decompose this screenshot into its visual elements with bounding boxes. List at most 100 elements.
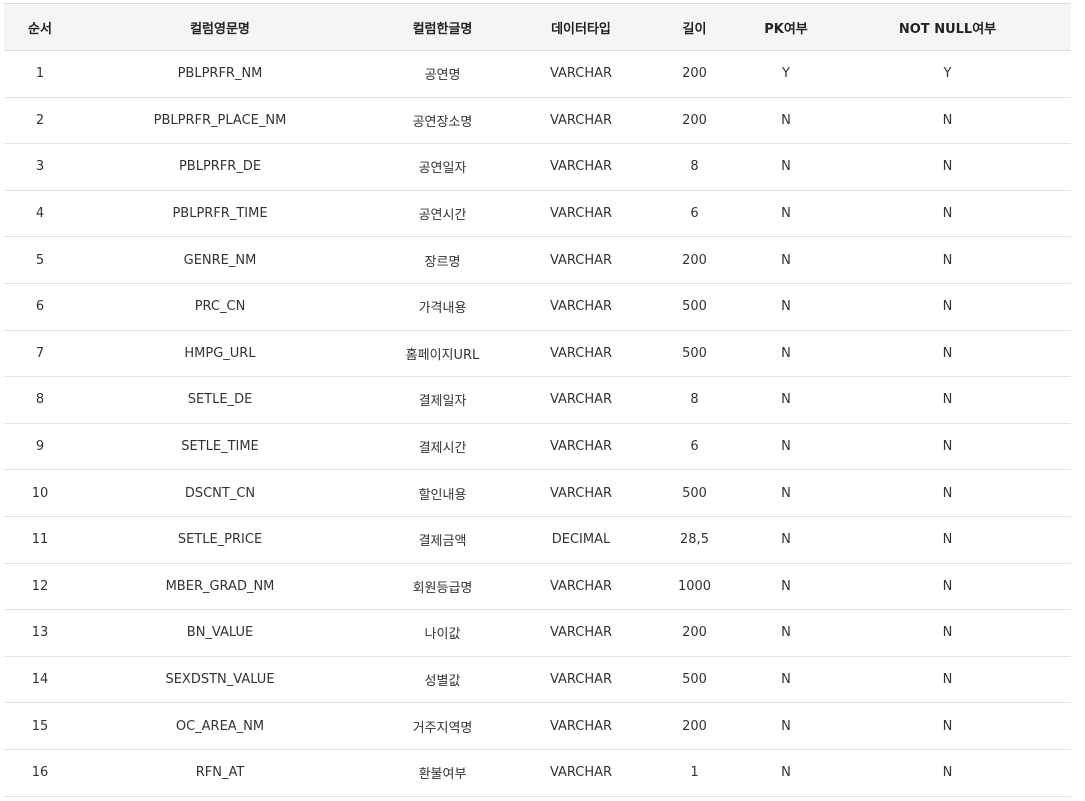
cell-not-null: N (824, 702, 1071, 750)
cell-column-english-name: GENRE_NM (76, 236, 364, 284)
cell-length: 8 (641, 143, 748, 191)
cell-not-null: N (824, 97, 1071, 145)
cell-column-english-name: PBLPRFR_PLACE_NM (76, 97, 364, 145)
cell-length: 500 (641, 330, 748, 378)
cell-order: 5 (4, 236, 76, 284)
cell-column-korean-name: 결제일자 (364, 376, 521, 424)
table-header: 순서 컬럼영문명 컬럼한글명 데이터타입 길이 PK여부 NOT NULL여부 (4, 3, 1071, 51)
table-row: 1 PBLPRFR_NM 공연명 VARCHAR 200 Y Y (4, 50, 1071, 98)
cell-order: 15 (4, 702, 76, 750)
table-row: 14 SEXDSTN_VALUE 성별값 VARCHAR 500 N N (4, 656, 1071, 704)
cell-column-english-name: OC_AREA_NM (76, 702, 364, 750)
table-row: 11 SETLE_PRICE 결제금액 DECIMAL 28,5 N N (4, 516, 1071, 564)
cell-column-english-name: SETLE_DE (76, 376, 364, 424)
cell-order: 14 (4, 656, 76, 704)
cell-pk: N (748, 656, 824, 704)
cell-data-type: VARCHAR (521, 376, 641, 424)
cell-not-null: N (824, 656, 1071, 704)
header-row: 순서 컬럼영문명 컬럼한글명 데이터타입 길이 PK여부 NOT NULL여부 (4, 3, 1071, 51)
cell-column-english-name: SEXDSTN_VALUE (76, 656, 364, 704)
table-row: 6 PRC_CN 가격내용 VARCHAR 500 N N (4, 283, 1071, 331)
cell-length: 1000 (641, 563, 748, 611)
cell-pk: N (748, 749, 824, 797)
cell-pk: N (748, 190, 824, 238)
cell-column-english-name: BN_VALUE (76, 609, 364, 657)
table-row: 3 PBLPRFR_DE 공연일자 VARCHAR 8 N N (4, 143, 1071, 191)
cell-data-type: VARCHAR (521, 656, 641, 704)
header-column-english-name: 컬럼영문명 (76, 3, 364, 51)
cell-length: 200 (641, 97, 748, 145)
cell-order: 13 (4, 609, 76, 657)
cell-length: 6 (641, 423, 748, 471)
cell-data-type: VARCHAR (521, 97, 641, 145)
cell-not-null: N (824, 283, 1071, 331)
cell-data-type: VARCHAR (521, 563, 641, 611)
cell-data-type: VARCHAR (521, 143, 641, 191)
cell-pk: N (748, 283, 824, 331)
cell-data-type: VARCHAR (521, 236, 641, 284)
header-column-korean-name: 컬럼한글명 (364, 3, 521, 51)
cell-order: 12 (4, 563, 76, 611)
cell-data-type: DECIMAL (521, 516, 641, 564)
table-row: 16 RFN_AT 환불여부 VARCHAR 1 N N (4, 749, 1071, 797)
cell-column-korean-name: 회원등급명 (364, 563, 521, 611)
cell-not-null: N (824, 749, 1071, 797)
cell-column-english-name: HMPG_URL (76, 330, 364, 378)
cell-column-korean-name: 환불여부 (364, 749, 521, 797)
cell-pk: N (748, 330, 824, 378)
cell-column-english-name: DSCNT_CN (76, 469, 364, 517)
header-order: 순서 (4, 3, 76, 51)
column-spec-table-container: 순서 컬럼영문명 컬럼한글명 데이터타입 길이 PK여부 NOT NULL여부 … (4, 3, 1071, 797)
cell-pk: N (748, 143, 824, 191)
cell-column-korean-name: 나이값 (364, 609, 521, 657)
cell-column-korean-name: 결제금액 (364, 516, 521, 564)
cell-not-null: N (824, 376, 1071, 424)
table-row: 12 MBER_GRAD_NM 회원등급명 VARCHAR 1000 N N (4, 563, 1071, 611)
cell-column-english-name: PBLPRFR_NM (76, 50, 364, 98)
cell-pk: N (748, 376, 824, 424)
cell-order: 3 (4, 143, 76, 191)
cell-length: 200 (641, 609, 748, 657)
cell-column-english-name: MBER_GRAD_NM (76, 563, 364, 611)
cell-data-type: VARCHAR (521, 702, 641, 750)
cell-pk: N (748, 609, 824, 657)
cell-order: 1 (4, 50, 76, 98)
table-row: 4 PBLPRFR_TIME 공연시간 VARCHAR 6 N N (4, 190, 1071, 238)
cell-column-english-name: RFN_AT (76, 749, 364, 797)
cell-data-type: VARCHAR (521, 423, 641, 471)
cell-column-korean-name: 공연시간 (364, 190, 521, 238)
cell-pk: N (748, 469, 824, 517)
cell-order: 6 (4, 283, 76, 331)
cell-pk: N (748, 563, 824, 611)
table-row: 5 GENRE_NM 장르명 VARCHAR 200 N N (4, 236, 1071, 284)
cell-pk: N (748, 423, 824, 471)
cell-column-korean-name: 가격내용 (364, 283, 521, 331)
cell-pk: N (748, 236, 824, 284)
cell-length: 200 (641, 702, 748, 750)
cell-pk: N (748, 516, 824, 564)
header-pk: PK여부 (748, 3, 824, 51)
table-row: 2 PBLPRFR_PLACE_NM 공연장소명 VARCHAR 200 N N (4, 97, 1071, 145)
cell-column-english-name: PBLPRFR_DE (76, 143, 364, 191)
cell-column-english-name: PRC_CN (76, 283, 364, 331)
cell-length: 1 (641, 749, 748, 797)
cell-order: 11 (4, 516, 76, 564)
column-spec-table: 순서 컬럼영문명 컬럼한글명 데이터타입 길이 PK여부 NOT NULL여부 … (4, 3, 1071, 797)
cell-column-korean-name: 성별값 (364, 656, 521, 704)
cell-length: 200 (641, 236, 748, 284)
cell-data-type: VARCHAR (521, 749, 641, 797)
cell-not-null: N (824, 423, 1071, 471)
cell-not-null: N (824, 516, 1071, 564)
cell-order: 9 (4, 423, 76, 471)
cell-length: 500 (641, 469, 748, 517)
cell-column-korean-name: 공연장소명 (364, 97, 521, 145)
table-row: 13 BN_VALUE 나이값 VARCHAR 200 N N (4, 609, 1071, 657)
cell-data-type: VARCHAR (521, 283, 641, 331)
cell-not-null: N (824, 236, 1071, 284)
cell-order: 4 (4, 190, 76, 238)
cell-not-null: N (824, 330, 1071, 378)
cell-not-null: N (824, 563, 1071, 611)
header-data-type: 데이터타입 (521, 3, 641, 51)
cell-pk: N (748, 702, 824, 750)
cell-length: 8 (641, 376, 748, 424)
